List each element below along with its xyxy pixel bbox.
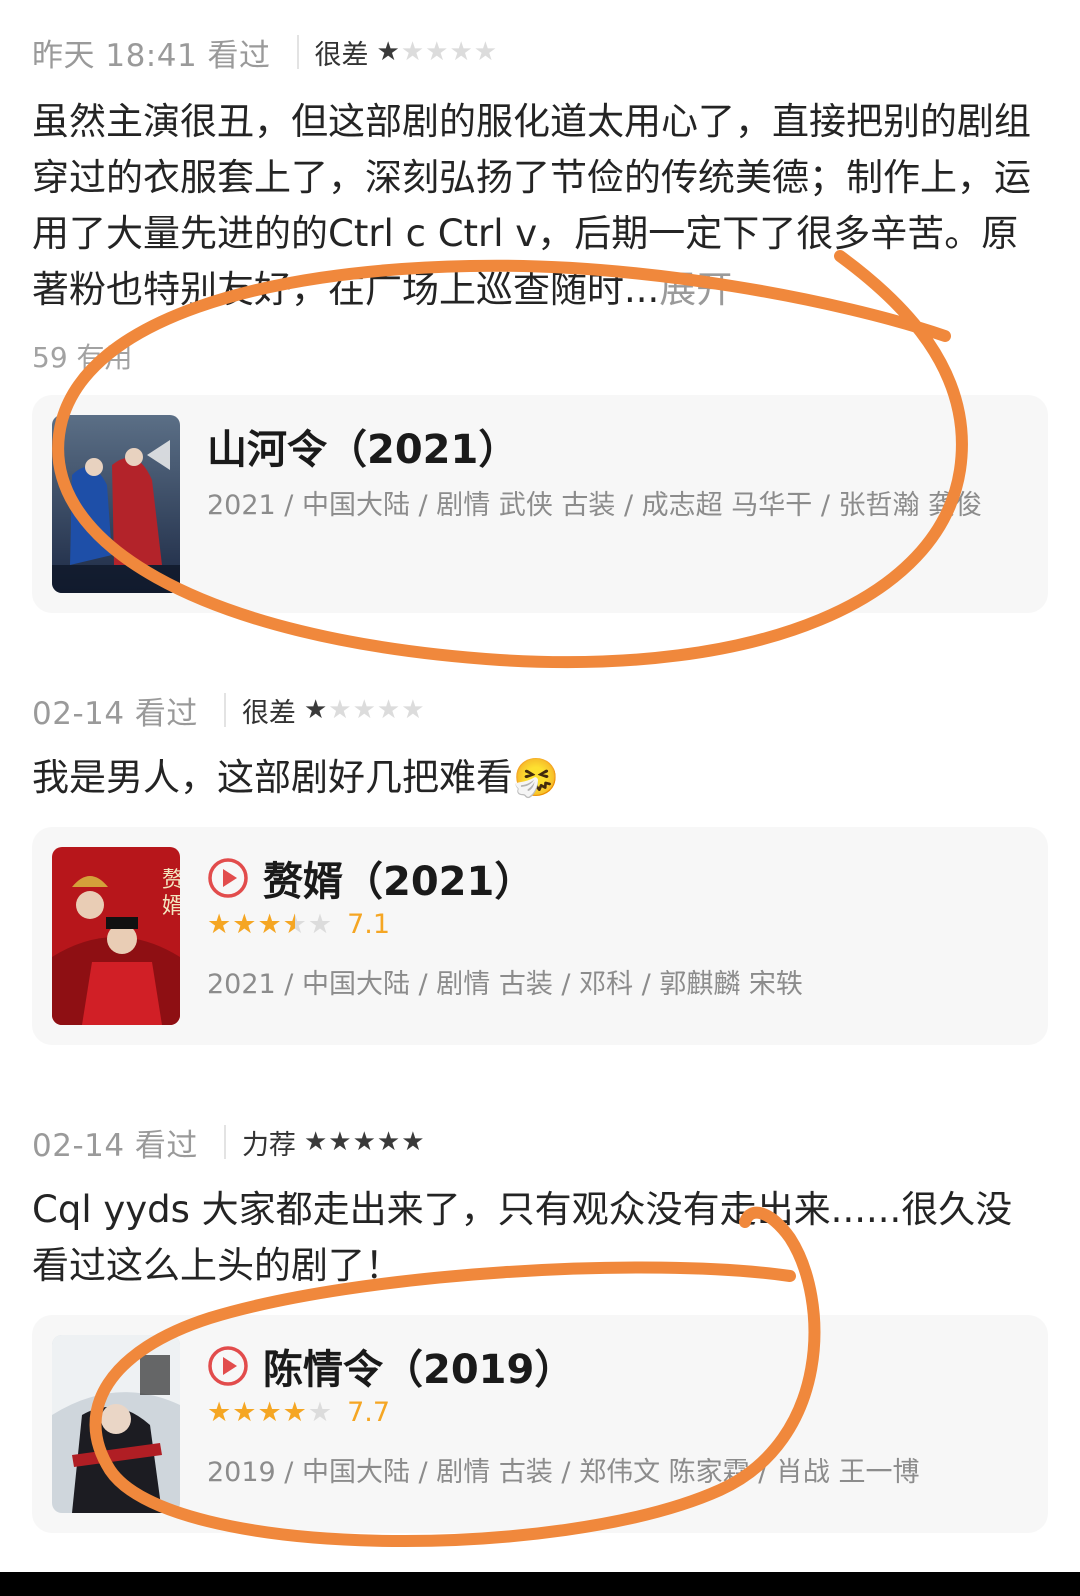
subject-meta: 2021 / 中国大陆 / 剧情 古装 / 邓科 / 郭麒麟 宋轶 [207,969,803,1000]
star-icon: ★ [425,37,449,67]
subject-meta: 2021 / 中国大陆 / 剧情 武侠 古装 / 成志超 马华干 / 张哲瀚 龚… [207,490,983,521]
divider [223,693,226,727]
star-icon: ★ [303,695,328,725]
review-1: 昨天 18:41 看过 很差 ★ ★ ★ ★ ★ 虽然主演很丑，但这部剧的服化道太用心了… [32,30,1048,376]
rating-label: 很差 [314,39,369,71]
rating-stars: ★ ★ ★ ★ ★ [377,39,499,65]
play-icon[interactable] [207,1345,249,1387]
watched-time: 02-14 看过 [32,1127,198,1164]
subject-card-1[interactable]: 山河令（2021） 2021 / 中国大陆 / 剧情 武侠 古装 / 成志超 马… [32,395,1048,613]
star-icon: ★ [282,909,307,940]
star-icon: ★ [307,1397,333,1428]
star-icon: ★ [401,695,425,725]
star-icon: ★ [400,37,425,67]
rating-label: 力荐 [241,1129,296,1161]
divider [296,35,299,69]
expand-link[interactable]: 展开 [659,268,733,311]
poster-art [52,1335,180,1513]
subject-title[interactable]: 山河令（2021） [207,417,518,475]
svg-text:婿: 婿 [162,894,180,919]
star-icon: ★ [232,1397,257,1428]
subject-score: ★ ★ ★ ★ ★ 7.7 [207,1397,390,1428]
star-icon: ★ [473,37,498,67]
review-text[interactable]: Cql yyds 大家都走出来了，只有观众没有走出来......很久没看过这么上… [32,1182,1048,1294]
rating-stars: ★ ★ ★ ★ ★ [304,1129,426,1155]
bottom-bar [0,1572,1080,1596]
subject-title[interactable]: 赘婿（2021） [207,849,534,907]
star-icon: ★ [376,1127,401,1157]
star-icon: ★ [257,909,282,940]
star-icon: ★ [328,695,352,725]
poster-image: 赘 婿 [52,847,180,1025]
star-icon: ★ [328,1127,352,1157]
review-2: 02-14 看过 很差 ★ ★ ★ ★ ★ 我是男人，这部剧好几把难看🤧 [32,688,1048,806]
rating-stars: ★ ★ ★ ★ ★ [304,697,426,723]
star-icon: ★ [257,1397,282,1428]
star-icon: ★ [207,909,232,940]
watched-time: 02-14 看过 [32,695,198,732]
star-icon: ★ [449,37,473,67]
subject-score: ★ ★ ★ ★ ★ 7.1 [207,909,390,940]
rating-label: 很差 [241,697,296,729]
review-meta: 02-14 看过 力荐 ★ ★ ★ ★ ★ [32,1120,1048,1164]
review-meta: 02-14 看过 很差 ★ ★ ★ ★ ★ [32,688,1048,732]
star-icon: ★ [303,1127,328,1157]
star-icon: ★ [352,695,376,725]
star-icon: ★ [207,1397,232,1428]
review-text[interactable]: 虽然主演很丑，但这部剧的服化道太用心了，直接把别的剧组穿过的衣服套上了，深刻弘扬… [32,94,1048,318]
play-icon[interactable] [207,857,249,899]
poster-art [52,415,180,593]
star-icon: ★ [352,1127,376,1157]
star-icon: ★ [401,1127,425,1157]
review-meta: 昨天 18:41 看过 很差 ★ ★ ★ ★ ★ [32,30,1048,74]
star-icon: ★ [376,37,400,67]
review-text[interactable]: 我是男人，这部剧好几把难看🤧 [32,750,1048,806]
subject-title[interactable]: 陈情令（2019） [207,1337,574,1395]
star-icon: ★ [307,909,333,940]
star-icon: ★ [376,695,401,725]
svg-text:赘: 赘 [162,868,180,893]
watched-time: 昨天 18:41 看过 [32,37,271,74]
subject-card-3[interactable]: 陈情令（2019） ★ ★ ★ ★ ★ 7.7 2019 / 中国大陆 / 剧情 古装 … [32,1315,1048,1533]
star-icon: ★ [232,909,257,940]
subject-meta: 2019 / 中国大陆 / 剧情 古装 / 郑伟文 陈家霖 / 肖战 王一博 [207,1457,920,1488]
subject-card-2[interactable]: 赘 婿 赘婿（2021） ★ ★ ★ ★ ★ 7.1 2021 / 中国大陆 / 剧情 … [32,827,1048,1045]
poster-art: 赘 婿 [52,847,180,1025]
score-value: 7.7 [347,1397,391,1428]
score-value: 7.1 [347,909,391,940]
score-stars: ★ ★ ★ ★ ★ [207,911,333,938]
useful-count[interactable]: 59 有用 [32,336,1048,376]
score-stars: ★ ★ ★ ★ ★ [207,1399,333,1426]
divider [223,1125,226,1159]
poster-image [52,415,180,593]
review-3: 02-14 看过 力荐 ★ ★ ★ ★ ★ Cql yyds 大家都走出来了，只有观众没… [32,1120,1048,1294]
poster-image [52,1335,180,1513]
star-icon: ★ [282,1397,307,1428]
